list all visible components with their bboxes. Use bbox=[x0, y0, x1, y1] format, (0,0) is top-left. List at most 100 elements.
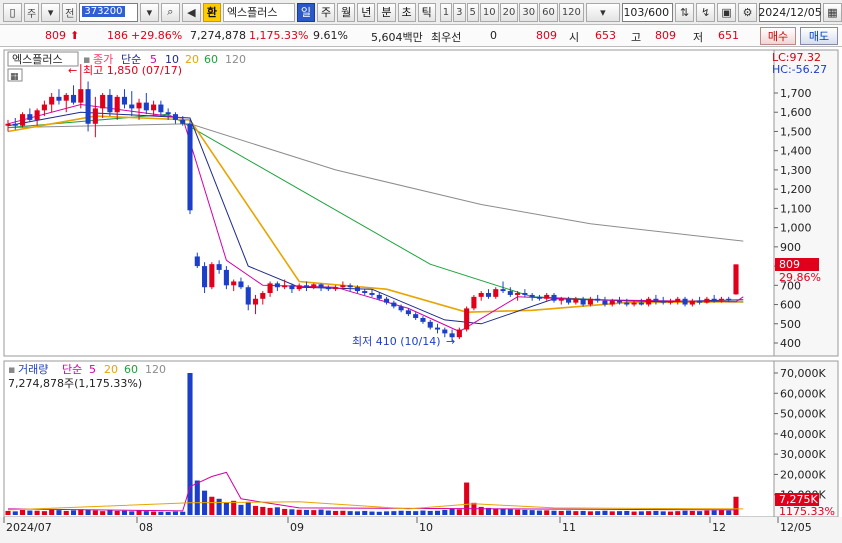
period-tab-5[interactable]: 초 bbox=[397, 2, 416, 22]
volume-legend-ma20[interactable]: 20 bbox=[104, 363, 118, 376]
candle-body bbox=[354, 287, 360, 292]
volume-bar bbox=[303, 509, 310, 515]
price-tick-label: 1,200 bbox=[780, 183, 812, 196]
candle-body bbox=[311, 284, 317, 288]
volume-bar bbox=[63, 510, 69, 515]
window-menu-icon[interactable]: ▯ bbox=[3, 2, 22, 22]
candle-body bbox=[456, 329, 462, 338]
volume-legend-title[interactable]: 거래량 bbox=[18, 363, 48, 376]
volume-bar bbox=[587, 511, 593, 515]
chart-tool-icon[interactable]: ↯ bbox=[696, 2, 716, 22]
volume-summary: 7,274,878주(1,175.33%) bbox=[8, 377, 142, 390]
volume-bar bbox=[391, 511, 397, 515]
volume-bar bbox=[529, 510, 535, 515]
volume-bar bbox=[172, 511, 178, 515]
interval-button-20[interactable]: 20 bbox=[499, 2, 519, 22]
candle-body bbox=[507, 291, 513, 295]
candle-body bbox=[231, 281, 237, 286]
volume-bar bbox=[27, 510, 33, 515]
buy-button[interactable]: 매수 bbox=[760, 27, 796, 45]
period-tab-4[interactable]: 분 bbox=[377, 2, 396, 22]
stock-chart[interactable]: 2024/07 08 09 10 11 12 12/05 1,700 1,600 1,500 1,… bbox=[0, 47, 842, 543]
interval-button-120[interactable]: 120 bbox=[558, 2, 584, 22]
legend-ma20[interactable]: 20 bbox=[185, 53, 199, 66]
volume-bar bbox=[318, 509, 324, 515]
volume-bar bbox=[500, 508, 506, 515]
market-select[interactable]: 주 bbox=[23, 2, 40, 22]
volume-bar bbox=[136, 510, 142, 515]
candle-body bbox=[595, 298, 601, 301]
interval-button-3[interactable]: 3 bbox=[453, 2, 466, 22]
bar-count-field[interactable]: 103/600 bbox=[621, 2, 674, 22]
volume-bar bbox=[180, 511, 186, 515]
candle-body bbox=[158, 104, 164, 113]
settings-gear-icon[interactable]: ⚙ bbox=[738, 2, 758, 22]
period-tab-1[interactable]: 주 bbox=[317, 2, 336, 22]
volume-bar bbox=[456, 509, 462, 515]
dropdown-arrow-icon[interactable]: ▾ bbox=[41, 2, 61, 22]
candle-body bbox=[129, 104, 135, 109]
hc-value: HC:-56.27 bbox=[772, 63, 827, 76]
period-tab-2[interactable]: 월 bbox=[337, 2, 356, 22]
code-dropdown-icon[interactable]: ▾ bbox=[139, 2, 159, 22]
volume-bar bbox=[420, 510, 426, 515]
volume-legend-ma5[interactable]: 5 bbox=[89, 363, 96, 376]
candle-body bbox=[303, 285, 310, 288]
volume-bar bbox=[675, 511, 681, 515]
interval-dropdown-icon[interactable]: ▾ bbox=[585, 2, 620, 22]
interval-button-30[interactable]: 30 bbox=[519, 2, 539, 22]
sell-button[interactable]: 매도 bbox=[800, 27, 838, 45]
candle-body bbox=[216, 264, 222, 270]
volume-bar bbox=[427, 510, 433, 515]
volume-legend-ma-type[interactable]: 단순 bbox=[62, 363, 82, 376]
period-tab-6[interactable]: 틱 bbox=[417, 2, 436, 22]
candle-body bbox=[49, 96, 55, 105]
mode-select[interactable]: 전 bbox=[62, 2, 78, 22]
candle-body bbox=[566, 298, 572, 303]
stock-code-input[interactable]: 373200 bbox=[79, 2, 138, 22]
speaker-icon[interactable]: ◀ bbox=[181, 2, 201, 22]
volume-bar bbox=[493, 508, 499, 515]
candle-body bbox=[347, 285, 353, 288]
volume-legend-ma60[interactable]: 60 bbox=[124, 363, 138, 376]
best-bid-value: 0 bbox=[490, 29, 497, 42]
candle-body bbox=[245, 287, 251, 305]
interval-button-10[interactable]: 10 bbox=[479, 2, 499, 22]
volume-bar bbox=[682, 510, 688, 515]
candle-body bbox=[376, 294, 382, 299]
candle-body bbox=[573, 298, 579, 303]
candle-body bbox=[551, 294, 557, 301]
volume-bar bbox=[362, 510, 368, 515]
calendar-icon[interactable]: ▦ bbox=[823, 2, 842, 22]
volume-bar bbox=[267, 507, 273, 515]
candle-body bbox=[5, 123, 11, 126]
period-tab-0[interactable]: 일 bbox=[296, 2, 315, 22]
date-field[interactable]: 2024/12/05 bbox=[758, 2, 822, 22]
period-tab-3[interactable]: 년 bbox=[357, 2, 376, 22]
low-annotation: 최저 410 (10/14) bbox=[352, 335, 441, 348]
interval-button-60[interactable]: 60 bbox=[539, 2, 558, 22]
volume-bar bbox=[354, 511, 360, 515]
interval-button-5[interactable]: 5 bbox=[466, 2, 479, 22]
favorite-button[interactable]: 환 bbox=[202, 2, 221, 22]
stock-name-field: 엑스플러스 bbox=[222, 2, 295, 22]
candle-body bbox=[340, 285, 346, 288]
legend-ma60[interactable]: 60 bbox=[204, 53, 218, 66]
interval-button-1[interactable]: 1 bbox=[439, 2, 453, 22]
candle-body bbox=[682, 298, 688, 305]
legend-ma120[interactable]: 120 bbox=[225, 53, 246, 66]
stock-code-value: 373200 bbox=[82, 5, 125, 17]
high-value: 809 bbox=[655, 29, 676, 42]
search-icon[interactable]: ⌕ bbox=[160, 2, 180, 22]
candle-body bbox=[609, 300, 615, 305]
svg-text:▦: ▦ bbox=[10, 72, 19, 82]
indicator-icon[interactable]: ⇅ bbox=[675, 2, 695, 22]
best-ask-value: 809 bbox=[536, 29, 557, 42]
volume-bar bbox=[726, 510, 732, 515]
time-tick-label: 12/05 bbox=[780, 521, 812, 534]
volume-bar bbox=[92, 510, 98, 515]
price-tick-label: 1,600 bbox=[780, 106, 812, 119]
volume-tick-label: 20,000K bbox=[780, 468, 826, 481]
volume-legend-ma120[interactable]: 120 bbox=[145, 363, 166, 376]
save-icon[interactable]: ▣ bbox=[717, 2, 737, 22]
